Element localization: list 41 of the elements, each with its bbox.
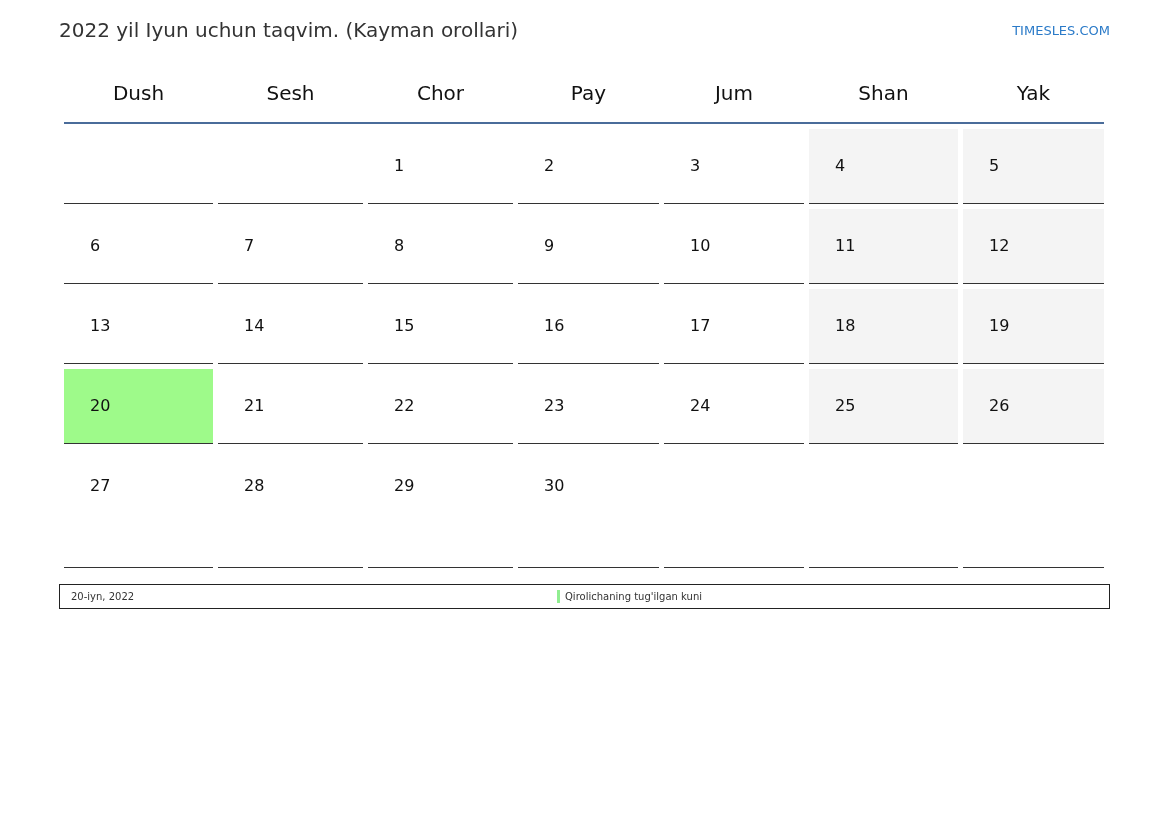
weekday-label: Yak: [1015, 81, 1052, 105]
day-number: 16: [544, 316, 565, 335]
day-number: 20: [90, 396, 111, 415]
day-number: 17: [690, 316, 711, 335]
day-number: 22: [394, 396, 415, 415]
weekday-label: Shan: [857, 81, 910, 105]
day-number: 11: [835, 236, 856, 255]
day-number: 3: [690, 156, 701, 175]
calendar-title: 2022 yil Iyun uchun taqvim. (Kayman orollari): [59, 18, 519, 42]
holiday-date: 20-iyn, 2022: [71, 591, 136, 602]
day-number: 19: [989, 316, 1010, 335]
weekday-label: Chor: [415, 81, 466, 105]
day-number: 13: [90, 316, 111, 335]
day-number: 29: [394, 476, 415, 495]
day-number: 6: [90, 236, 101, 255]
weekday-label: Jum: [713, 81, 755, 105]
day-number: 4: [835, 156, 846, 175]
day-number: 1: [394, 156, 405, 175]
day-number: 15: [394, 316, 415, 335]
day-number: 25: [835, 396, 856, 415]
day-number: 26: [989, 396, 1010, 415]
day-number: 14: [244, 316, 265, 335]
day-number: 10: [690, 236, 711, 255]
day-number: 24: [690, 396, 711, 415]
weekday-label: Dush: [111, 81, 166, 105]
day-number: 5: [989, 156, 1000, 175]
site-link[interactable]: TIMESLES.COM: [1012, 22, 1110, 38]
day-number: 28: [244, 476, 265, 495]
day-number: 7: [244, 236, 255, 255]
day-number: 2: [544, 156, 555, 175]
weekday-label: Sesh: [265, 81, 316, 105]
day-number: 9: [544, 236, 555, 255]
weekday-label: Pay: [569, 81, 608, 105]
holiday-name: Qirolichaning tug'ilgan kuni: [565, 591, 702, 602]
day-number: 18: [835, 316, 856, 335]
day-number: 8: [394, 236, 405, 255]
day-number: 12: [989, 236, 1010, 255]
day-number: 21: [244, 396, 265, 415]
day-number: 27: [90, 476, 111, 495]
day-number: 30: [544, 476, 565, 495]
day-number: 23: [544, 396, 565, 415]
